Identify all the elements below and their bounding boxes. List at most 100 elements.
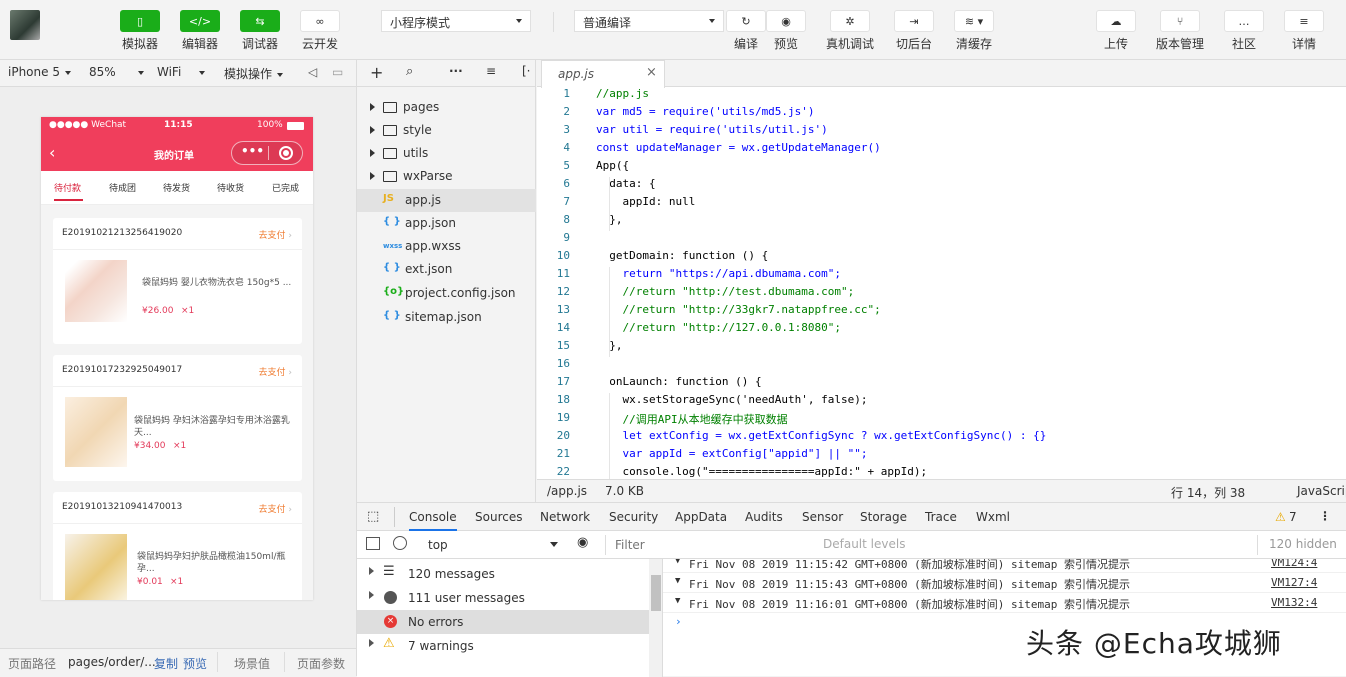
warnings-filter[interactable]: ⚠ 7 warnings: [357, 634, 649, 658]
code-line[interactable]: 14 //return "http://127.0.0.1:8080";: [537, 321, 1346, 339]
tree-folder-style[interactable]: style: [357, 119, 536, 142]
tab-pending-group[interactable]: 待成团: [109, 181, 136, 194]
tab-wxml[interactable]: Wxml: [976, 510, 1010, 524]
code-line[interactable]: 12 //return "http://test.dbumama.com";: [537, 285, 1346, 303]
capsule-button[interactable]: •••: [231, 141, 303, 165]
tree-folder-pages[interactable]: pages: [357, 96, 536, 119]
split-icon[interactable]: [·: [522, 64, 531, 78]
context-select[interactable]: top: [420, 535, 560, 555]
tab-sources[interactable]: Sources: [475, 510, 522, 524]
tab-pending-ship[interactable]: 待发货: [163, 181, 190, 194]
code-line[interactable]: 8 },: [537, 213, 1346, 231]
tab-storage[interactable]: Storage: [860, 510, 907, 524]
tree-file-app-wxss[interactable]: wxss app.wxss: [357, 235, 536, 258]
code-line[interactable]: 21 var appId = extConfig["appid"] || "";: [537, 447, 1346, 465]
tab-security[interactable]: Security: [609, 510, 658, 524]
eye-icon[interactable]: ◉: [577, 535, 588, 550]
zoom-select[interactable]: 85%: [89, 65, 144, 79]
details-button[interactable]: ≡ 详情: [1284, 10, 1324, 52]
cloud-button[interactable]: ∞ 云开发: [300, 10, 340, 52]
code-line[interactable]: 16: [537, 357, 1346, 375]
code-line[interactable]: 6 data: {: [537, 177, 1346, 195]
tab-completed[interactable]: 已完成: [272, 181, 299, 194]
tree-file-project-config[interactable]: {o} project.config.json: [357, 282, 536, 305]
network-select[interactable]: WiFi: [157, 65, 206, 79]
close-icon[interactable]: ×: [646, 65, 657, 80]
order-card[interactable]: E20191017232925049017 去支付 › 袋鼠妈妈 孕妇沐浴露孕妇…: [53, 355, 302, 481]
speaker-icon[interactable]: ◁: [308, 65, 317, 79]
inspect-icon[interactable]: ⬚: [367, 509, 379, 524]
code-line[interactable]: 4 const updateManager = wx.getUpdateManag…: [537, 141, 1346, 159]
order-card[interactable]: E20191021213256419020 去支付 › 袋鼠妈妈 婴儿衣物洗衣皂…: [53, 218, 302, 344]
tab-sensor[interactable]: Sensor: [802, 510, 843, 524]
chevron-down-icon[interactable]: ▼: [675, 559, 680, 566]
tree-folder-utils[interactable]: utils: [357, 142, 536, 165]
copy-link[interactable]: 复制: [154, 655, 178, 672]
tree-file-app-js[interactable]: JS app.js: [357, 189, 536, 212]
messages-filter[interactable]: ☰ 120 messages: [357, 562, 649, 586]
clear-console-icon[interactable]: [393, 536, 407, 550]
user-avatar[interactable]: [10, 10, 40, 40]
code-line[interactable]: 10 getDomain: function () {: [537, 249, 1346, 267]
scrollbar-thumb[interactable]: [651, 575, 661, 611]
mode-select[interactable]: 小程序模式: [381, 10, 531, 32]
code-line[interactable]: 5 App({: [537, 159, 1346, 177]
log-entry[interactable]: ▼ Fri Nov 08 2019 11:15:43 GMT+0800 (新加坡…: [663, 573, 1346, 593]
editor-button[interactable]: </> 编辑器: [180, 10, 220, 52]
window-icon[interactable]: ▭: [332, 65, 343, 79]
code-line[interactable]: 9: [537, 231, 1346, 249]
simulator-button[interactable]: ▯ 模拟器: [120, 10, 160, 52]
more-vert-icon[interactable]: ⋮: [1319, 509, 1331, 523]
levels-select[interactable]: Default levels: [823, 537, 905, 551]
user-messages-filter[interactable]: 111 user messages: [357, 586, 649, 610]
code-line[interactable]: 22 console.log("================appId:" …: [537, 465, 1346, 480]
code-line[interactable]: 18 wx.setStorageSync('needAuth', false);: [537, 393, 1346, 411]
close-circle-icon[interactable]: [279, 146, 293, 160]
code-line[interactable]: 19 //调用API从本地缓存中获取数据: [537, 411, 1346, 429]
code-line[interactable]: 3 var util = require('utils/util.js'): [537, 123, 1346, 141]
more-icon[interactable]: ···: [449, 64, 463, 78]
log-entry[interactable]: ▼ Fri Nov 08 2019 11:16:01 GMT+0800 (新加坡…: [663, 593, 1346, 613]
remote-debug-button[interactable]: ✲ 真机调试: [826, 10, 874, 52]
chevron-down-icon[interactable]: ▼: [675, 576, 680, 586]
compile-select[interactable]: 普通编译: [574, 10, 724, 32]
tab-audits[interactable]: Audits: [745, 510, 783, 524]
pay-button[interactable]: 去支付 ›: [259, 228, 293, 241]
tab-pending-receive[interactable]: 待收货: [217, 181, 244, 194]
code-area[interactable]: 1 //app.js 2 var md5 = require('utils/md5.j…: [537, 87, 1346, 480]
search-icon[interactable]: ⌕: [406, 64, 413, 79]
order-card[interactable]: E20191013210941470013 去支付 › 袋鼠妈妈孕妇护肤品橄榄油…: [53, 492, 302, 600]
code-line[interactable]: 11 return "https://api.dbumama.com";: [537, 267, 1346, 285]
version-button[interactable]: ⑂ 版本管理: [1156, 10, 1204, 52]
tab-trace[interactable]: Trace: [925, 510, 957, 524]
tab-pending-payment[interactable]: 待付款: [54, 181, 81, 194]
preview-link[interactable]: 预览: [183, 655, 207, 672]
more-icon[interactable]: •••: [241, 144, 264, 158]
console-filter-input[interactable]: [609, 535, 809, 555]
log-entry[interactable]: ▼ Fri Nov 08 2019 11:15:42 GMT+0800 (新加坡…: [663, 559, 1346, 573]
code-line[interactable]: 13 //return "http://33gkr7.natappfree.cc…: [537, 303, 1346, 321]
simulate-ops-select[interactable]: 模拟操作: [224, 65, 284, 82]
pay-button[interactable]: 去支付 ›: [259, 365, 293, 378]
code-line[interactable]: 15 },: [537, 339, 1346, 357]
device-select[interactable]: iPhone 5: [8, 65, 71, 79]
code-line[interactable]: 20 let extConfig = wx.getExtConfigSync ?…: [537, 429, 1346, 447]
errors-filter[interactable]: × No errors: [357, 610, 649, 634]
tree-file-app-json[interactable]: { } app.json: [357, 212, 536, 235]
code-line[interactable]: 1 //app.js: [537, 87, 1346, 105]
upload-button[interactable]: ☁ 上传: [1096, 10, 1136, 52]
community-button[interactable]: … 社区: [1224, 10, 1264, 52]
tab-appdata[interactable]: AppData: [675, 510, 727, 524]
add-icon[interactable]: +: [370, 63, 383, 82]
editor-tab-app-js[interactable]: app.js ×: [541, 60, 665, 88]
source-link[interactable]: VM132:4: [1271, 596, 1317, 609]
warning-icon[interactable]: ⚠: [1275, 510, 1286, 524]
sidebar-toggle-icon[interactable]: [366, 537, 380, 550]
source-link[interactable]: VM127:4: [1271, 576, 1317, 589]
back-icon[interactable]: ‹: [49, 143, 55, 162]
sort-icon[interactable]: ≡: [486, 64, 496, 78]
scrollbar[interactable]: [649, 559, 662, 677]
code-line[interactable]: 7 appId: null: [537, 195, 1346, 213]
code-line[interactable]: 2 var md5 = require('utils/md5.js'): [537, 105, 1346, 123]
preview-button[interactable]: ◉ 预览: [766, 10, 806, 52]
